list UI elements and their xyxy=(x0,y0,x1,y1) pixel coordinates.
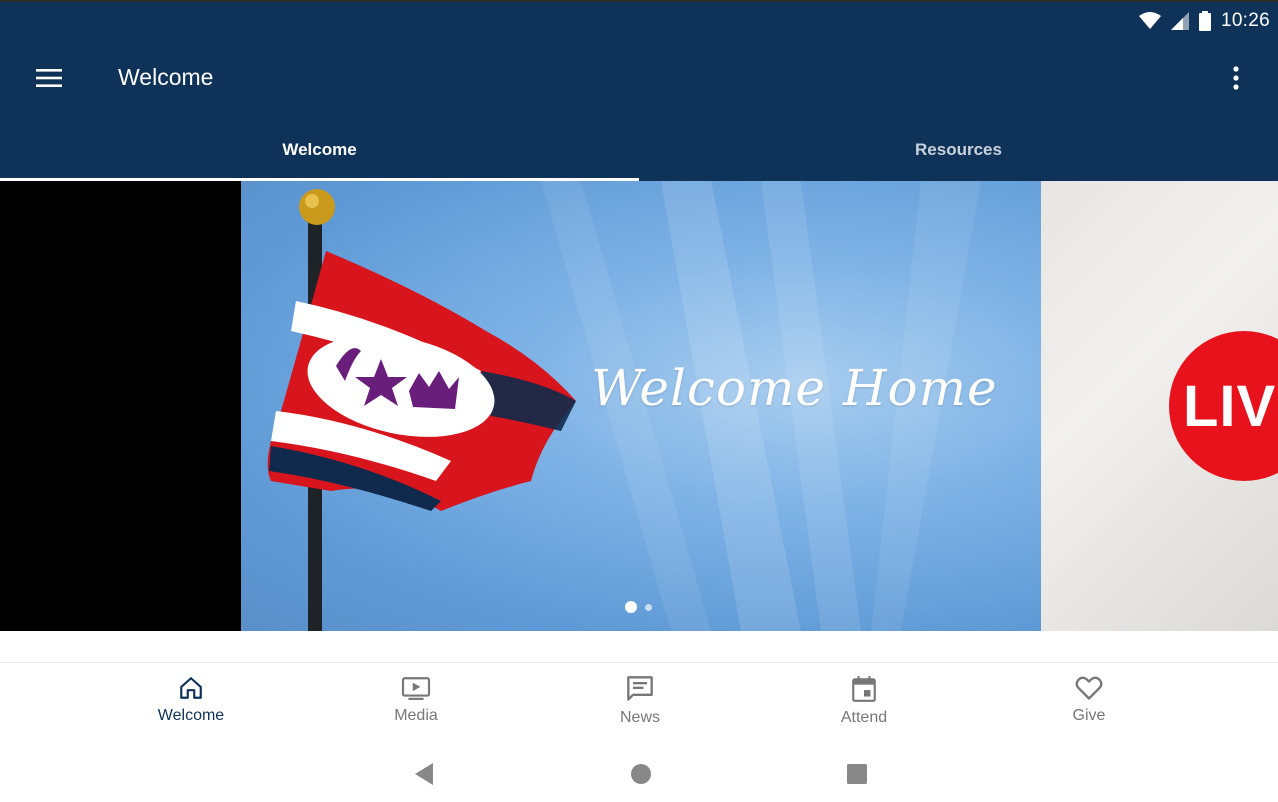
recents-square-icon xyxy=(847,764,867,784)
carousel-slide-welcome[interactable]: Welcome Home xyxy=(241,181,1041,631)
nav-label: Media xyxy=(394,707,438,724)
pagination-dot-active xyxy=(625,601,637,613)
nav-item-attend[interactable]: Attend xyxy=(804,675,924,727)
more-vert-icon xyxy=(1233,66,1239,90)
nav-label: Give xyxy=(1072,707,1106,724)
carousel-pagination xyxy=(625,601,652,613)
battery-icon xyxy=(1198,11,1211,31)
bottom-navigation: Welcome Media News Attend Give xyxy=(0,662,1278,742)
recents-button[interactable] xyxy=(842,759,872,789)
message-icon xyxy=(627,676,653,701)
nav-item-media[interactable]: Media xyxy=(356,675,476,725)
calendar-icon xyxy=(852,676,876,702)
nav-label: Attend xyxy=(840,709,888,726)
pagination-dot xyxy=(645,603,652,611)
system-navigation-bar xyxy=(0,742,1278,802)
carousel-slide-live[interactable]: LIV xyxy=(1041,181,1278,631)
home-button[interactable] xyxy=(626,759,656,789)
nav-item-welcome[interactable]: Welcome xyxy=(131,675,251,725)
tab-resources[interactable]: Resources xyxy=(639,118,1278,181)
status-bar: 10:26 xyxy=(0,0,1278,38)
home-circle-icon xyxy=(631,764,651,784)
live-badge: LIV xyxy=(1169,331,1278,481)
nav-label: Welcome xyxy=(157,707,225,724)
hero-carousel[interactable]: Welcome Home LIV xyxy=(0,181,1278,631)
menu-button[interactable] xyxy=(26,58,72,98)
home-icon xyxy=(180,677,202,699)
nav-label: News xyxy=(619,709,660,726)
status-time: 10:26 xyxy=(1220,10,1270,31)
signal-icon xyxy=(1170,12,1189,30)
back-triangle-icon xyxy=(415,763,433,785)
tv-play-icon xyxy=(401,677,431,700)
hamburger-menu-icon xyxy=(36,69,62,87)
app-bar: Welcome xyxy=(0,38,1278,118)
tab-welcome[interactable]: Welcome xyxy=(0,118,639,181)
status-icons: 10:26 xyxy=(1138,8,1270,34)
page-title: Welcome xyxy=(118,64,214,90)
heart-icon xyxy=(1075,676,1103,700)
welcome-home-text: Welcome Home xyxy=(591,359,998,417)
nav-item-give[interactable]: Give xyxy=(1029,675,1149,725)
back-button[interactable] xyxy=(409,759,439,789)
tab-bar: Welcome Resources xyxy=(0,118,1278,181)
wifi-icon xyxy=(1138,12,1161,29)
overflow-menu-button[interactable] xyxy=(1216,58,1256,98)
nav-item-news[interactable]: News xyxy=(580,675,700,727)
